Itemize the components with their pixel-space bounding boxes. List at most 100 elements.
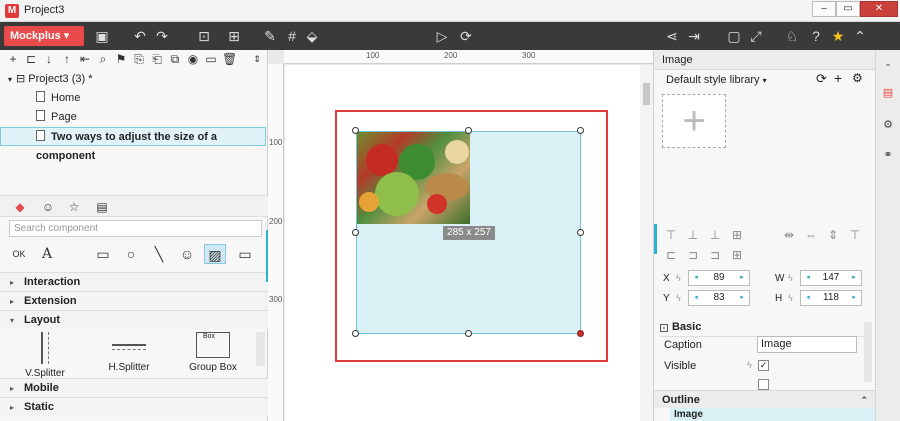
outline-item[interactable]: Image [670,408,876,421]
undo-icon[interactable]: ↶ [132,28,148,44]
tab-templates[interactable]: ▤ [92,199,112,215]
align-middle-icon[interactable]: ⊥ [686,228,700,242]
paste-icon[interactable]: ⎗ [150,52,164,66]
minimize-button[interactable]: – [812,1,836,17]
settings-gear-icon[interactable]: ⚙ [852,71,863,85]
collapse-box-icon[interactable]: - [660,324,668,332]
h-splitter-item[interactable]: H.Splitter [102,332,156,373]
preview-play-icon[interactable]: ▷ [434,28,450,44]
flag-icon[interactable]: ⚑ [114,52,128,66]
lock-bolt-icon[interactable]: ϟ [788,273,793,283]
option-checkbox[interactable] [758,379,769,390]
decrement-icon[interactable]: ◂ [691,271,701,285]
ungroup-icon[interactable]: ⊞ [226,28,242,44]
align-distribute-icon[interactable]: ⊤ [848,228,862,242]
tab-icons[interactable]: ☺ [38,199,58,215]
space-vertical-icon[interactable]: ⇕ [826,228,840,242]
decrement-icon[interactable]: ◂ [803,271,813,285]
mockplus-menu-button[interactable]: Mockplus ▾ [4,26,84,46]
maximize-button[interactable]: ▭ [836,1,860,17]
decrement-icon[interactable]: ◂ [803,291,813,305]
tree-item-page[interactable]: Page [0,108,266,127]
tree-item-home[interactable]: Home [0,89,266,108]
resize-handle-bottom[interactable] [465,330,472,337]
category-mobile[interactable]: ▸ Mobile [0,378,268,397]
space-horizontal-icon[interactable]: ⇔ [804,228,818,242]
resize-handle-top[interactable] [465,127,472,134]
team-icon[interactable]: ♘ [784,28,800,44]
properties-scrollbar[interactable] [864,322,872,382]
window-icon[interactable]: ▢ [726,28,742,44]
line-component-icon[interactable]: ╲ [148,244,170,264]
lock-bolt-icon[interactable]: ϟ [747,360,752,370]
distribute-icon[interactable]: ⊞ [730,228,744,242]
group-box-item[interactable]: Box Group Box [186,332,240,373]
category-static[interactable]: ▸ Static [0,397,268,416]
height-input[interactable]: ◂ 118 ▸ [800,290,862,306]
resize-handle-top-right[interactable] [577,127,584,134]
tab-components[interactable]: ◆ [10,199,30,215]
refresh-icon[interactable]: ⟳ [816,71,827,87]
center-horizontal-icon[interactable]: ⇹ [782,228,796,242]
lock-bolt-icon[interactable]: ϟ [788,293,793,303]
outline-header[interactable]: Outline ⌃ [654,390,876,408]
collapse-icon[interactable]: ⌃ [852,28,868,44]
button-component-icon[interactable]: OK [8,244,30,264]
help-icon[interactable]: ? [808,28,824,44]
tab-favorites[interactable]: ☆ [64,199,84,215]
fullscreen-icon[interactable]: ⤢ [748,28,764,44]
lock-bolt-icon[interactable]: ϟ [676,293,681,303]
visible-checkbox[interactable]: ✓ [758,360,769,371]
fill-icon[interactable]: ⬙ [304,28,320,44]
resize-handle-right[interactable] [577,229,584,236]
align-top-icon[interactable]: ⊤ [664,228,678,242]
copy-icon[interactable]: ⎘ [132,52,146,66]
resize-handle-bottom-right[interactable] [577,330,584,337]
export-icon[interactable]: ⇥ [686,28,702,44]
emoji-component-icon[interactable]: ☺ [176,244,198,264]
sync-icon[interactable]: ⟳ [458,28,474,44]
resize-handle-left[interactable] [352,229,359,236]
format-brush-icon[interactable]: ✎ [262,28,278,44]
group-icon[interactable]: ⊡ [196,28,212,44]
width-input[interactable]: ◂ 147 ▸ [800,270,862,286]
share-icon[interactable]: ⋖ [664,28,680,44]
align-right-icon[interactable]: ⊐ [708,248,722,262]
add-style-placeholder[interactable]: + [662,94,726,148]
resize-handle-top-left[interactable] [352,127,359,134]
rectangle-component-icon[interactable]: ▭ [92,244,114,264]
add-icon[interactable]: + [834,70,842,86]
same-size-icon[interactable]: ⊞ [730,248,744,262]
increment-icon[interactable]: ▸ [737,291,747,305]
eye-icon[interactable]: ◉ [186,52,200,66]
canvas-scrollbar[interactable] [640,65,653,421]
category-interaction[interactable]: ▸ Interaction [0,272,268,291]
collapse-panel-icon[interactable]: ⌄ [881,56,895,70]
search-input[interactable]: Search component [9,220,262,237]
outdent-icon[interactable]: ⇤ [78,52,92,66]
project-node[interactable]: ▾ ⊟ Project3 (3) * [0,70,266,89]
increment-icon[interactable]: ▸ [849,291,859,305]
v-splitter-item[interactable]: V.Splitter [22,332,68,379]
increment-icon[interactable]: ▸ [849,271,859,285]
add-page-icon[interactable]: + [6,52,20,66]
align-bottom-icon[interactable]: ⊥ [708,228,722,242]
move-down-icon[interactable]: ↓ [42,52,56,66]
increment-icon[interactable]: ▸ [737,271,747,285]
scrollbar-thumb[interactable] [643,83,650,105]
folder-icon[interactable]: ▭ [204,52,218,66]
close-button[interactable]: ✕ [860,1,898,17]
image-component-icon[interactable]: ▨ [204,244,226,264]
search-icon[interactable]: ⌕ [96,52,110,66]
align-left-icon[interactable]: ⊏ [664,248,678,262]
decrement-icon[interactable]: ◂ [691,291,701,305]
tree-item-selected[interactable]: Two ways to adjust the size of a compone… [0,127,266,162]
category-layout[interactable]: ▾ Layout [0,310,268,329]
align-center-icon[interactable]: ⊐ [686,248,700,262]
add-folder-icon[interactable]: ⊏ [24,52,38,66]
y-input[interactable]: ◂ 83 ▸ [688,290,750,306]
grid-icon[interactable]: # [284,28,300,44]
caption-field[interactable]: Image [757,336,857,353]
properties-tab-icon[interactable]: ▤ [881,86,895,100]
basic-section-header[interactable]: - Basic [660,317,872,337]
